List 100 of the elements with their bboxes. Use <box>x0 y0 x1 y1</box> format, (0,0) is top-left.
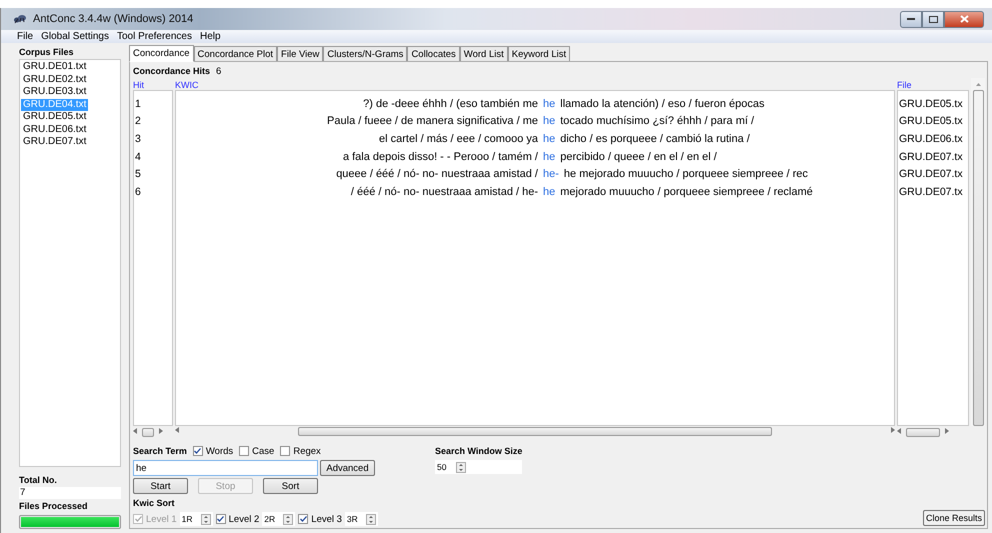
scroll-left-arrow-icon[interactable] <box>897 428 902 436</box>
scroll-left-arrow-icon[interactable] <box>133 428 138 436</box>
right-context: dicho / es porqueee / cambió la rutina / <box>560 132 750 145</box>
file-name: GRU.DE05.tx <box>898 98 963 110</box>
close-icon <box>960 15 968 23</box>
total-label: Total No. <box>19 474 58 487</box>
tab[interactable]: Word List <box>460 46 508 61</box>
checkbox[interactable] <box>280 446 290 456</box>
file-list-item[interactable]: GRU.DE05.txt <box>21 111 88 124</box>
right-context: llamado la atención) / eso / fueron épocas <box>560 98 764 110</box>
spinner-arrows-icon[interactable] <box>366 514 376 524</box>
scroll-left-arrow-icon[interactable] <box>175 427 180 435</box>
file-list-item[interactable]: GRU.DE06.txt <box>21 124 88 136</box>
clone-results-button[interactable]: Clone Results <box>922 510 985 526</box>
hit-number: 3 <box>134 132 141 145</box>
checkbox-label: Regex <box>293 446 321 456</box>
spinner-arrows-icon[interactable] <box>200 514 211 524</box>
file-list-item[interactable]: GRU.DE02.txt <box>21 74 88 86</box>
file-name: GRU.DE07.tx <box>898 186 963 198</box>
column-header[interactable]: File <box>897 80 969 90</box>
files-processed-label: Files Processed <box>19 500 89 513</box>
menu-item[interactable]: File <box>17 31 34 42</box>
search-term-label: Search Term <box>133 445 187 458</box>
checkbox[interactable] <box>216 514 226 524</box>
action-button[interactable]: Sort <box>263 478 318 494</box>
hit-number: 2 <box>134 115 141 128</box>
window-size-spinner[interactable]: 50 <box>435 460 522 474</box>
left-context: / ééé / nó- no- nuestraaa amistad / he- <box>350 186 538 198</box>
menu-item[interactable]: Help <box>200 31 221 42</box>
tab[interactable]: Keyword List <box>508 46 570 61</box>
file-name: GRU.DE05.tx <box>898 115 963 128</box>
checkbox-label: Case <box>252 446 274 456</box>
minimize-button[interactable] <box>900 10 922 28</box>
scroll-right-arrow-icon[interactable] <box>944 428 949 436</box>
vertical-scrollbar[interactable] <box>971 78 985 426</box>
window-title: AntConc 3.4.4w (Windows) 2014 <box>33 13 194 25</box>
keyword: he <box>543 115 556 128</box>
checkbox[interactable] <box>239 446 250 456</box>
search-field[interactable]: he <box>133 460 318 476</box>
corpus-files-label: Corpus Files <box>19 46 75 59</box>
spinner-arrows-icon[interactable] <box>456 462 466 472</box>
keyword: he <box>543 132 556 145</box>
sort-level-spinner[interactable]: 2R <box>262 512 296 526</box>
checkbox-label: Level 3 <box>311 514 342 524</box>
right-context: tocado muchísimo ¿sí? éhhh / para mí / <box>560 115 754 128</box>
hit-number: 4 <box>134 150 141 163</box>
kwic-sort-label: Kwic Sort <box>133 497 176 510</box>
keyword: he <box>543 186 556 198</box>
right-context: percibido / queee / en el / en el / <box>560 150 717 163</box>
hit-number: 6 <box>134 186 141 198</box>
tab[interactable]: Concordance Plot <box>194 46 278 61</box>
action-button[interactable]: Start <box>133 478 188 494</box>
total-value: 7 <box>19 487 121 499</box>
scroll-right-arrow-icon[interactable] <box>890 427 895 435</box>
checkbox-label: Level 1 <box>146 514 177 524</box>
maximize-button[interactable] <box>922 10 944 28</box>
checkbox-label: Words <box>206 446 234 456</box>
checkbox[interactable] <box>298 514 308 524</box>
minimize-icon <box>907 18 915 20</box>
hit-number: 5 <box>134 168 141 180</box>
checkbox[interactable] <box>192 446 203 456</box>
menu-item[interactable]: Tool Preferences <box>116 31 192 42</box>
scroll-right-arrow-icon[interactable] <box>158 428 163 436</box>
horizontal-scrollbar[interactable] <box>175 426 895 436</box>
column-header[interactable]: KWIC <box>175 80 895 90</box>
keyword: he <box>543 98 556 110</box>
keyword: he- <box>543 168 559 180</box>
ant-logo-icon <box>13 13 27 25</box>
hit-number: 1 <box>134 98 141 110</box>
file-list-item[interactable]: GRU.DE01.txt <box>21 61 88 74</box>
checkmark-icon <box>300 516 307 522</box>
window-size-label: Search Window Size <box>435 445 522 458</box>
maximize-icon <box>928 16 938 22</box>
tab[interactable]: Concordance <box>129 45 194 62</box>
tab[interactable]: File View <box>277 46 324 61</box>
checkbox-label: Level 2 <box>228 514 260 524</box>
close-button[interactable] <box>944 10 984 28</box>
advanced-button[interactable]: Advanced <box>320 460 375 476</box>
checkmark-icon <box>217 516 224 522</box>
checkmark-icon <box>194 448 202 454</box>
checkmark-icon <box>134 516 142 522</box>
file-name: GRU.DE07.tx <box>898 168 963 180</box>
file-name: GRU.DE07.tx <box>898 150 963 163</box>
file-list-item[interactable]: GRU.DE07.txt <box>21 136 88 148</box>
left-context: a fala depois disso! - - Perooo / tamém / <box>342 150 538 163</box>
tab[interactable]: Clusters/N-Grams <box>323 46 408 61</box>
hits-count: 6 <box>216 66 222 76</box>
file-list-item[interactable]: GRU.DE03.txt <box>21 86 88 98</box>
menu-item[interactable]: Global Settings <box>41 31 109 42</box>
left-context: ?) de -deee éhhh / (eso también me <box>362 98 538 110</box>
sort-level-spinner[interactable]: 3R <box>344 512 378 526</box>
left-context: queee / ééé / nó- no- nuestraaa amistad / <box>335 168 538 180</box>
column-header[interactable]: Hit <box>133 80 173 90</box>
tab[interactable]: Collocates <box>407 46 460 61</box>
right-context: mejorado muuucho / porqueee siempreee / reclamé <box>560 186 813 198</box>
left-context: el cartel / más / eee / comooo ya <box>378 132 538 145</box>
spinner-arrows-icon[interactable] <box>283 514 294 524</box>
right-context: he mejorado muuucho / porqueee siempreee / rec <box>564 168 808 180</box>
file-name: GRU.DE06.tx <box>898 132 963 145</box>
hits-label: Concordance Hits <box>133 65 210 78</box>
